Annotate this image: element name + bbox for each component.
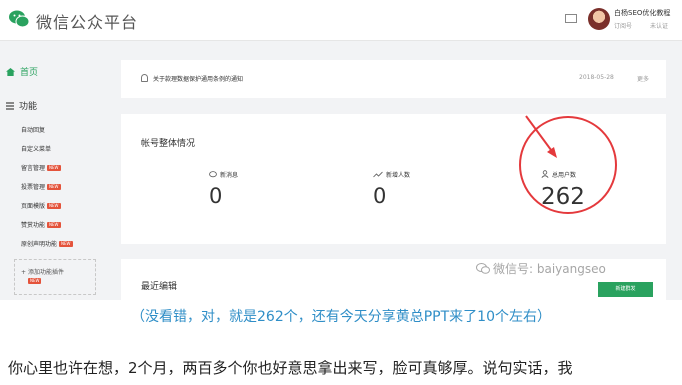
verify-status: 未认证 <box>650 23 669 30</box>
new-badge: NEW <box>47 222 61 228</box>
image-caption: （没看错，对，就是262个，还有今天分享黄总PPT来了10个左右） <box>131 309 551 325</box>
bell-icon <box>141 74 148 82</box>
overview-title: 帐号整体情况 <box>141 139 196 149</box>
add-plugin-button[interactable]: + 添加功能插件 NEW <box>14 259 96 295</box>
notice-date: 2018-05-28 <box>579 74 614 81</box>
new-badge: NEW <box>47 203 61 209</box>
new-badge: NEW <box>47 184 61 190</box>
sidebar-item-label: 首页 <box>20 68 39 78</box>
add-plugin-label: + 添加功能插件 <box>21 267 64 276</box>
sidebar-item-label: 留言管理 <box>21 165 46 172</box>
account-name[interactable]: 白杨SEO优化教程 <box>614 8 670 18</box>
wechat-logo-icon <box>9 10 30 28</box>
notice-more-link[interactable]: 更多 <box>637 74 649 83</box>
stat-label: 新增人数 <box>373 170 410 179</box>
avatar[interactable] <box>588 8 610 30</box>
home-icon <box>6 68 15 76</box>
sidebar-item-reward[interactable]: 赞赏功能 NEW <box>21 220 61 229</box>
plus-icon: + <box>21 269 28 276</box>
watermark-text: 微信号: baiyangseo <box>493 262 606 276</box>
stat-label-text: 新增人数 <box>386 172 411 179</box>
platform-title: 微信公众平台 <box>36 13 139 32</box>
sidebar-item-label: 页面模版 <box>21 203 46 210</box>
stat-value: 0 <box>209 184 223 208</box>
watermark: 微信号: baiyangseo <box>476 260 606 277</box>
body-paragraph: 你心里也许在想，2个月，两百多个你也好意思拿出来写，脸可真够厚。说句实话，我 <box>8 359 573 377</box>
annotation-arrow-icon <box>525 115 557 158</box>
account-type: 订阅号 <box>614 23 633 30</box>
sidebar-item-votes[interactable]: 投票管理 NEW <box>21 182 61 191</box>
new-badge: NEW <box>47 165 61 171</box>
notice-bar: 关于款理数据保护通用条例的通知 2018-05-28 更多 <box>121 60 666 98</box>
sidebar-item-auto-reply[interactable]: 自动回复 <box>21 125 45 134</box>
mail-icon[interactable] <box>565 14 577 23</box>
trend-up-icon <box>373 171 383 178</box>
notice-link[interactable]: 关于款理数据保护通用条例的通知 <box>153 74 243 83</box>
sidebar-item-label: 自定义菜单 <box>21 146 52 153</box>
sidebar-item-comments[interactable]: 留言管理 NEW <box>21 163 61 172</box>
sidebar-item-label: 赞赏功能 <box>21 222 46 229</box>
sidebar-item-label: 投票管理 <box>21 184 46 191</box>
recent-edits-title: 最近编辑 <box>141 282 178 292</box>
sidebar: 首页 功能 自动回复 自定义菜单 留言管理 NEW 投票管理 NEW 页面模版 NEW… <box>0 41 110 300</box>
new-badge: NEW <box>59 241 73 247</box>
sidebar-item-label: 原创声明功能 <box>21 241 58 248</box>
stat-label: 新消息 <box>209 170 238 179</box>
screenshot: 微信公众平台 白杨SEO优化教程 订阅号 未认证 首页 功能 自动回复 自定义菜… <box>0 0 682 300</box>
sidebar-item-custom-menu[interactable]: 自定义菜单 <box>21 144 51 153</box>
sidebar-item-label: 自动回复 <box>21 127 46 134</box>
wechat-watermark-icon <box>476 263 490 274</box>
new-badge: NEW <box>28 278 42 284</box>
sidebar-item-original-claim[interactable]: 原创声明功能 NEW <box>21 239 73 248</box>
sidebar-section-functions: 功能 <box>6 99 37 112</box>
list-icon <box>6 102 14 110</box>
account-overview-panel: 帐号整体情况 新消息 0 新增人数 0 总用户数 262 <box>121 114 666 244</box>
sidebar-item-page-templates[interactable]: 页面模版 NEW <box>21 201 61 210</box>
add-plugin-text: 添加功能插件 <box>27 269 64 276</box>
sidebar-item-home[interactable]: 首页 <box>6 65 38 78</box>
sidebar-section-label: 功能 <box>19 102 38 112</box>
top-bar: 微信公众平台 白杨SEO优化教程 订阅号 未认证 <box>0 0 682 41</box>
message-icon <box>209 171 217 178</box>
new-broadcast-button[interactable]: 新建群发 <box>598 282 653 297</box>
stat-label-text: 新消息 <box>220 172 239 179</box>
stat-value: 0 <box>373 184 387 208</box>
